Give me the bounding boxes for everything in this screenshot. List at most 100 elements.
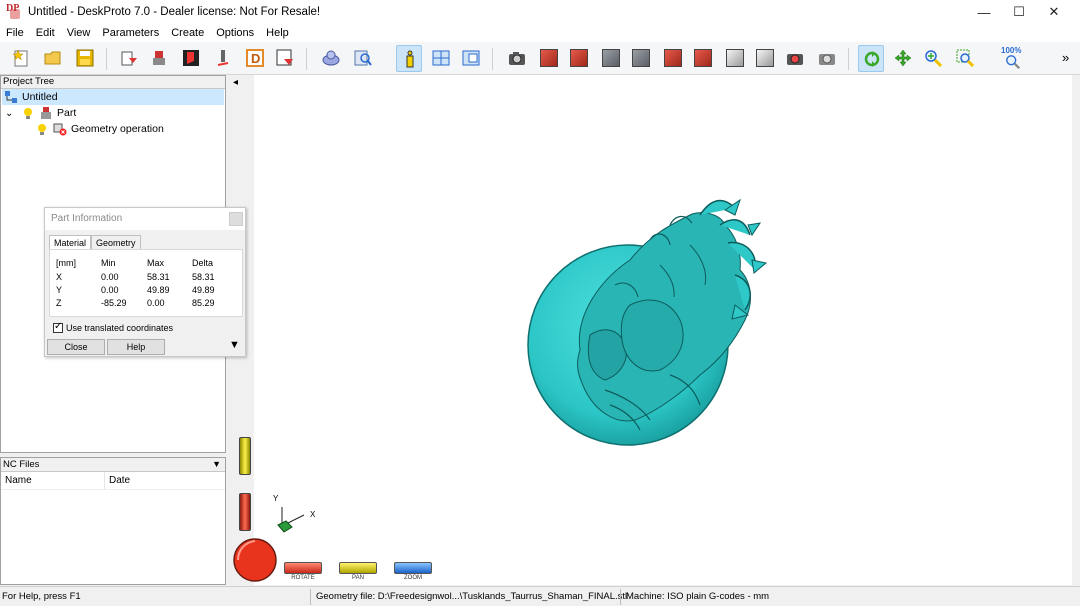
cube-back-icon — [632, 49, 650, 67]
expand-arrow-icon[interactable]: ▼ — [229, 339, 240, 351]
part-information-dialog: Part Information Material Geometry [mm] … — [44, 207, 246, 357]
camera-red-icon — [787, 54, 803, 65]
view-wire-button[interactable] — [752, 45, 778, 72]
part-parameters-button[interactable] — [146, 45, 172, 72]
d-button[interactable]: D — [242, 45, 268, 72]
toolbar-overflow-icon[interactable]: » — [1062, 50, 1069, 65]
project-tree-header: Project Tree — [1, 76, 225, 89]
tree-item-part[interactable]: ⌄ Part — [5, 105, 76, 121]
tab-material[interactable]: Material — [49, 235, 92, 250]
view-bottom-button[interactable] — [722, 45, 748, 72]
dialog-title-bar[interactable]: Part Information — [45, 208, 245, 230]
status-separator — [620, 589, 621, 605]
collapse-panel-icon[interactable]: ◂ — [233, 77, 238, 88]
pan-mode-bar[interactable] — [339, 562, 377, 574]
column-header-name[interactable]: Name — [1, 472, 105, 489]
row-z-axis: Z — [56, 298, 62, 308]
zoom-window-icon — [956, 49, 974, 67]
table-header-unit: [mm] — [56, 258, 76, 268]
menu-view[interactable]: View — [61, 27, 97, 39]
menu-help[interactable]: Help — [260, 27, 295, 39]
snapshot-gray-button[interactable] — [814, 45, 840, 72]
operation-icon — [183, 50, 199, 66]
view-front-button[interactable] — [566, 45, 592, 72]
dialog-close-icon[interactable] — [229, 212, 243, 226]
menu-file[interactable]: File — [0, 27, 30, 39]
row-z-max: 0.00 — [147, 298, 165, 308]
save-icon — [76, 49, 94, 67]
help-button[interactable]: Help — [107, 339, 165, 355]
table-header-min: Min — [101, 258, 116, 268]
checkbox-checked-icon[interactable] — [53, 321, 63, 333]
snapshot-button[interactable] — [782, 45, 808, 72]
dialog-title: Part Information — [51, 213, 123, 224]
column-header-date[interactable]: Date — [105, 472, 223, 489]
zoom-mode-bar[interactable] — [394, 562, 432, 574]
camera-icon — [509, 52, 525, 65]
lightbulb-icon[interactable] — [35, 122, 49, 136]
cube-right-icon — [664, 49, 682, 67]
rotate-mode-bar[interactable] — [284, 562, 322, 574]
rotate-slider-indicator[interactable] — [239, 493, 251, 531]
view-right-button[interactable] — [660, 45, 686, 72]
row-y-max: 49.89 — [147, 285, 170, 295]
menu-create[interactable]: Create — [165, 27, 210, 39]
view-back-button[interactable] — [628, 45, 654, 72]
nc-dropdown-icon[interactable]: ▼ — [212, 458, 221, 471]
load-geometry-button[interactable] — [116, 45, 142, 72]
cube-front-icon — [570, 49, 588, 67]
tab-geometry[interactable]: Geometry — [91, 235, 141, 250]
open-button[interactable] — [40, 45, 66, 72]
status-help-text: For Help, press F1 — [2, 591, 81, 602]
tree-item-geometry-operation[interactable]: Geometry operation — [35, 121, 164, 137]
tree-item-untitled[interactable]: Untitled — [2, 89, 224, 105]
cutter-button[interactable] — [210, 45, 236, 72]
info-button[interactable] — [396, 45, 422, 72]
viewport-button[interactable] — [458, 45, 484, 72]
view-iso-button[interactable] — [536, 45, 562, 72]
close-button[interactable]: ✕ — [1036, 0, 1072, 24]
minimize-button[interactable]: — — [966, 0, 1002, 24]
part-icon — [153, 51, 165, 65]
zoom-window-button[interactable] — [952, 45, 978, 72]
view-top-button[interactable] — [690, 45, 716, 72]
menu-options[interactable]: Options — [210, 27, 260, 39]
export-nc-button[interactable] — [272, 45, 298, 72]
app-logo-icon: DP — [6, 3, 22, 20]
folder-icon — [44, 51, 61, 65]
toolbar-separator — [848, 48, 849, 70]
menu-edit[interactable]: Edit — [30, 27, 61, 39]
pan-mode-button[interactable] — [890, 45, 916, 72]
title-bar: DP Untitled - DeskProto 7.0 - Dealer lic… — [0, 0, 1080, 24]
menu-parameters[interactable]: Parameters — [96, 27, 165, 39]
render-button[interactable] — [318, 45, 344, 72]
lightbulb-icon[interactable] — [21, 106, 35, 120]
nc-files-columns: Name Date — [1, 472, 225, 490]
axis-x-label: X — [310, 510, 316, 519]
part-info-table: [mm] Min Max Delta X 0.00 58.31 58.31 Y … — [49, 249, 243, 317]
camera-button[interactable] — [504, 45, 530, 72]
zoom-100-button[interactable]: 100% — [1000, 45, 1026, 72]
save-button[interactable] — [72, 45, 98, 72]
view-window-icon — [462, 50, 480, 66]
close-dialog-button[interactable]: Close — [47, 339, 105, 355]
operation-parameters-button[interactable] — [178, 45, 204, 72]
window-layout-icon — [432, 50, 450, 66]
rotate-dial-icon[interactable] — [232, 537, 278, 583]
maximize-button[interactable]: ☐ — [1001, 0, 1037, 24]
toolbar-separator — [106, 48, 107, 70]
pan-slider-indicator[interactable] — [239, 437, 251, 475]
rotate-mode-label: ROTATE — [291, 575, 315, 581]
zoom-mode-button[interactable] — [920, 45, 946, 72]
expand-chevron-icon[interactable]: ⌄ — [5, 108, 17, 119]
tree-label-geometry-operation: Geometry operation — [71, 123, 164, 135]
row-y-delta: 49.89 — [192, 285, 215, 295]
inspect-button[interactable] — [350, 45, 376, 72]
rotate-mode-button[interactable] — [858, 45, 884, 72]
new-project-button[interactable] — [8, 45, 34, 72]
translated-coordinates-checkbox[interactable]: Use translated coordinates — [53, 321, 173, 333]
view-left-button[interactable] — [598, 45, 624, 72]
layout-button[interactable] — [428, 45, 454, 72]
3d-viewport[interactable]: ◂ Y X ROTATE PAN ZOOM — [230, 75, 1072, 585]
table-header-max: Max — [147, 258, 165, 268]
